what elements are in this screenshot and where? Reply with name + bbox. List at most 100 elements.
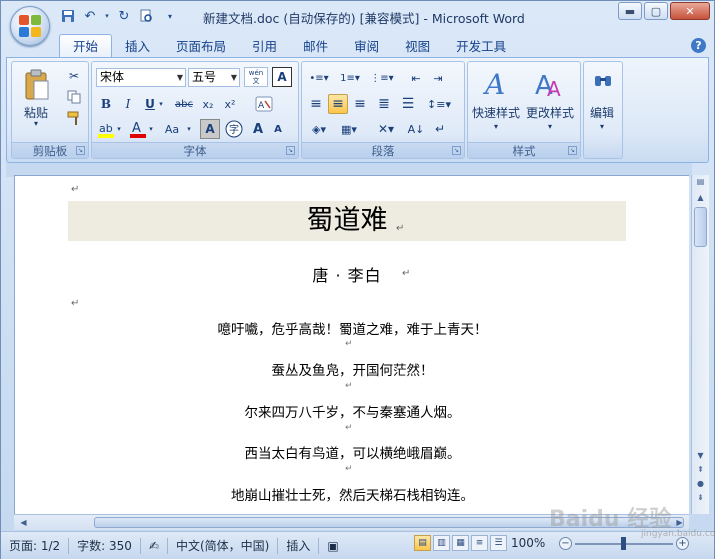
grow-font-button[interactable]: A	[248, 119, 268, 139]
multilevel-list-icon[interactable]: ⋮≡▾	[368, 68, 396, 88]
draft-icon[interactable]: ☰	[490, 535, 507, 551]
font-name-combo[interactable]: 宋体 ▼	[96, 68, 186, 87]
subscript-button[interactable]: x₂	[198, 94, 218, 114]
word-count[interactable]: 字数: 350	[69, 537, 140, 554]
change-styles-icon[interactable]: AA	[532, 66, 566, 100]
zoom-out-button[interactable]: −	[559, 537, 572, 550]
close-button[interactable]: ✕	[670, 2, 710, 20]
minimize-button[interactable]: ▬	[618, 2, 642, 20]
macro-record-icon[interactable]: ▣	[319, 539, 346, 553]
ruler-toggle-icon[interactable]: ▤	[693, 175, 708, 189]
superscript-button[interactable]: x²	[220, 94, 240, 114]
chinese-layout-icon[interactable]: ✕▾	[372, 119, 400, 139]
tab-developer[interactable]: 开发工具	[443, 36, 519, 58]
font-color-icon[interactable]: A	[128, 119, 148, 139]
scroll-left-icon[interactable]: ◀	[16, 516, 31, 530]
scroll-thumb[interactable]	[694, 207, 707, 247]
tab-references[interactable]: 引用	[239, 36, 290, 58]
quick-styles-button[interactable]: 快速样式	[472, 104, 520, 121]
tab-mailings[interactable]: 邮件	[290, 36, 341, 58]
phonetic-guide-icon[interactable]: wén 文	[244, 67, 268, 87]
change-styles-dropdown-icon[interactable]: ▾	[548, 122, 552, 131]
character-border-icon[interactable]: A	[272, 67, 292, 87]
show-marks-icon[interactable]: ↵	[430, 119, 450, 139]
print-preview-icon[interactable]	[137, 7, 155, 25]
zoom-slider-thumb[interactable]	[621, 537, 626, 550]
customize-qat-icon[interactable]: ▾	[165, 7, 175, 25]
select-browse-object-icon[interactable]: ●	[693, 477, 708, 491]
line-spacing-icon[interactable]: ↕≡▾	[426, 94, 452, 114]
align-left-icon[interactable]: ≡	[306, 94, 326, 114]
copy-icon[interactable]	[64, 87, 84, 107]
font-color-dropdown-icon[interactable]: ▾	[146, 119, 156, 139]
clipboard-dialog-launcher[interactable]: ↘	[76, 146, 85, 155]
paragraph-dialog-launcher[interactable]: ↘	[452, 146, 461, 155]
tab-review[interactable]: 审阅	[341, 36, 392, 58]
document-page[interactable]: ↵ 蜀道难 ↵ 唐 · 李白 ↵ ↵ 噫吁嚱，危乎高哉！蜀道之难，难于上青天！ …	[14, 175, 689, 514]
tab-home[interactable]: 开始	[59, 34, 113, 58]
print-layout-icon[interactable]: ▤	[414, 535, 431, 551]
vertical-scrollbar[interactable]: ▤ ▲ ▼ ⇞ ● ⇟	[691, 175, 709, 514]
character-shading-icon[interactable]: A	[200, 119, 220, 139]
tab-insert[interactable]: 插入	[112, 36, 163, 58]
styles-dialog-launcher[interactable]: ↘	[568, 146, 577, 155]
shading-icon[interactable]: ◈▾	[306, 119, 332, 139]
next-page-icon[interactable]: ⇟	[693, 491, 708, 505]
align-right-icon[interactable]: ≡	[350, 94, 370, 114]
proofing-icon[interactable]: ✍	[141, 539, 167, 553]
language-indicator[interactable]: 中文(简体，中国)	[168, 537, 277, 554]
quick-styles-dropdown-icon[interactable]: ▾	[494, 122, 498, 131]
scroll-up-icon[interactable]: ▲	[693, 191, 708, 205]
paragraph-mark: ↵	[345, 339, 353, 349]
maximize-button[interactable]: ▢	[644, 2, 668, 20]
undo-dropdown-icon[interactable]: ▾	[103, 7, 111, 25]
tab-view[interactable]: 视图	[392, 36, 443, 58]
underline-dropdown-icon[interactable]: ▾	[156, 94, 166, 114]
enclose-characters-icon[interactable]: 字	[224, 119, 244, 139]
italic-button[interactable]: I	[118, 94, 138, 114]
change-styles-button[interactable]: 更改样式	[526, 104, 574, 121]
font-size-combo[interactable]: 五号 ▼	[188, 68, 240, 87]
font-dialog-launcher[interactable]: ↘	[286, 146, 295, 155]
zoom-level[interactable]: 100%	[511, 536, 545, 550]
editing-dropdown-icon[interactable]: ▾	[600, 122, 604, 131]
paste-icon[interactable]	[22, 67, 52, 103]
quick-styles-icon[interactable]: A	[480, 66, 514, 100]
web-layout-icon[interactable]: ▦	[452, 535, 469, 551]
align-center-icon[interactable]: ≡	[328, 94, 348, 114]
tab-page-layout[interactable]: 页面布局	[163, 36, 239, 58]
borders-icon[interactable]: ▦▾	[336, 119, 362, 139]
editing-button[interactable]: 编辑	[590, 104, 614, 121]
office-button[interactable]	[10, 6, 50, 46]
cut-icon[interactable]: ✂	[64, 66, 84, 86]
bullets-icon[interactable]: •≡▾	[306, 68, 332, 88]
change-case-button[interactable]: Aa	[160, 119, 184, 139]
clear-formatting-icon[interactable]: A	[252, 94, 276, 114]
strikethrough-button[interactable]: abc	[172, 94, 196, 114]
outline-icon[interactable]: ≡	[471, 535, 488, 551]
distributed-icon[interactable]: ☰	[398, 94, 418, 114]
paste-dropdown-icon[interactable]: ▾	[34, 119, 38, 128]
increase-indent-icon[interactable]: ⇥	[428, 68, 448, 88]
shrink-font-button[interactable]: A	[268, 119, 288, 139]
full-screen-reading-icon[interactable]: ▥	[433, 535, 450, 551]
binoculars-icon[interactable]	[592, 70, 614, 92]
highlight-icon[interactable]: ab	[96, 119, 116, 139]
numbering-icon[interactable]: 1≡▾	[336, 68, 364, 88]
decrease-indent-icon[interactable]: ⇤	[406, 68, 426, 88]
change-case-dropdown-icon[interactable]: ▾	[184, 119, 194, 139]
justify-icon[interactable]: ≣	[374, 94, 394, 114]
bold-button[interactable]: B	[96, 94, 116, 114]
format-painter-icon[interactable]	[64, 108, 84, 128]
insert-mode[interactable]: 插入	[278, 537, 318, 554]
page-count[interactable]: 页面: 1/2	[1, 537, 68, 554]
highlight-dropdown-icon[interactable]: ▾	[114, 119, 124, 139]
help-icon[interactable]: ?	[691, 38, 706, 53]
scroll-down-icon[interactable]: ▼	[693, 449, 708, 463]
save-icon[interactable]	[59, 7, 77, 25]
scroll-right-icon[interactable]: ▶	[672, 516, 687, 530]
redo-icon[interactable]: ↻	[115, 7, 133, 25]
previous-page-icon[interactable]: ⇞	[693, 463, 708, 477]
sort-icon[interactable]: A↓	[406, 119, 426, 139]
undo-icon[interactable]: ↶	[81, 7, 99, 25]
